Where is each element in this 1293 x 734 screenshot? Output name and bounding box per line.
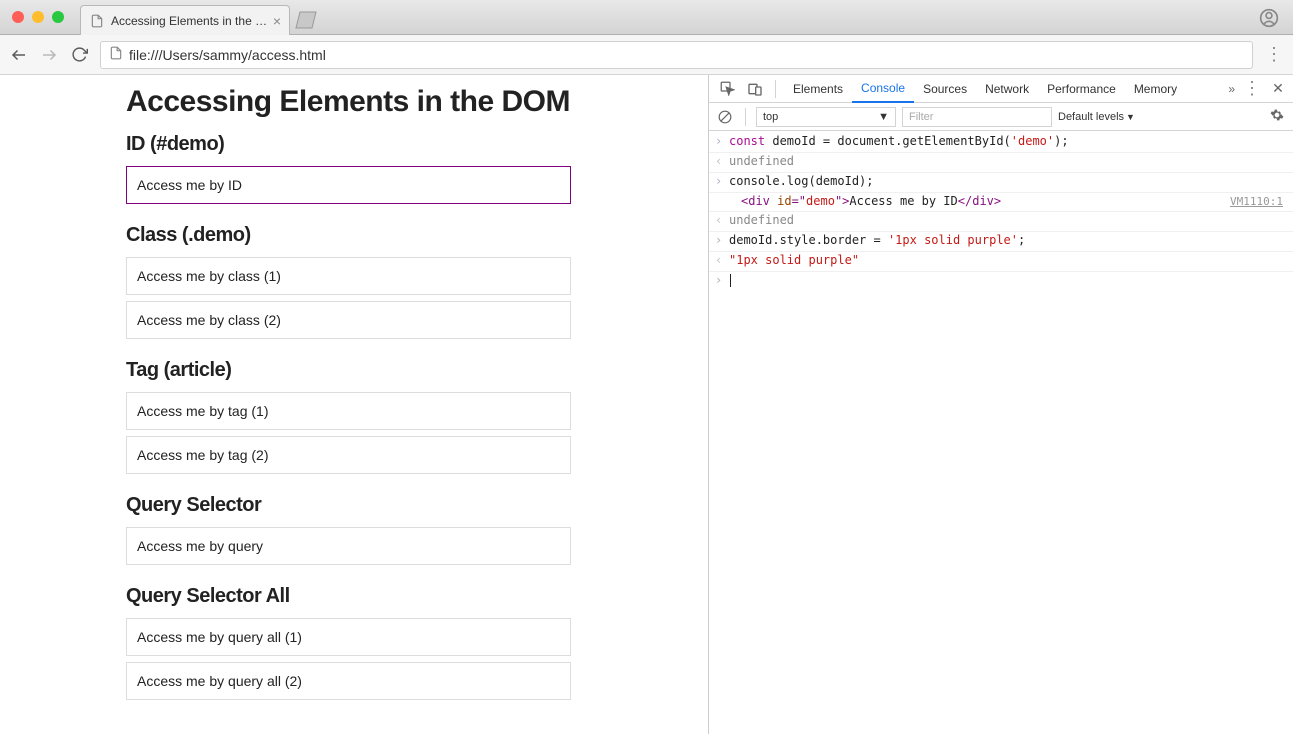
chevron-down-icon: ▼ bbox=[878, 111, 889, 123]
devtools-menu-button[interactable]: ⋮ bbox=[1243, 78, 1261, 99]
page-content: Accessing Elements in the DOM ID (#demo)… bbox=[0, 75, 708, 734]
devtools-tab-console[interactable]: Console bbox=[852, 75, 914, 103]
section: Query Selector Access me by query bbox=[126, 494, 571, 565]
browser-menu-button[interactable]: ⋮ bbox=[1265, 44, 1283, 65]
console-line: console.log(demoId); bbox=[709, 173, 1293, 193]
context-label: top bbox=[763, 111, 778, 123]
console-cursor bbox=[730, 274, 731, 287]
content-box: Access me by query all (2) bbox=[126, 662, 571, 700]
clear-console-icon[interactable] bbox=[715, 107, 735, 127]
output-arrow-icon bbox=[715, 213, 729, 229]
console-source-link[interactable]: VM1110:1 bbox=[1230, 194, 1289, 209]
console-toolbar: top ▼ Filter Default levels ▼ bbox=[709, 103, 1293, 131]
tab-title: Accessing Elements in the DOM bbox=[111, 14, 269, 28]
devtools-tab-sources[interactable]: Sources bbox=[914, 75, 976, 103]
devtools-tab-elements[interactable]: Elements bbox=[784, 75, 852, 103]
console-line-text: demoId.style.border = '1px solid purple'… bbox=[729, 233, 1289, 248]
window-close-button[interactable] bbox=[12, 11, 24, 23]
file-icon bbox=[89, 13, 105, 29]
input-arrow-icon bbox=[715, 134, 729, 150]
console-output[interactable]: const demoId = document.getElementById('… bbox=[709, 131, 1293, 734]
url-text: file:///Users/sammy/access.html bbox=[129, 47, 326, 63]
section-heading: Query Selector All bbox=[126, 585, 571, 608]
log-levels-selector[interactable]: Default levels ▼ bbox=[1058, 111, 1135, 123]
console-line-text bbox=[729, 273, 1289, 288]
console-line-text: const demoId = document.getElementById('… bbox=[729, 134, 1289, 149]
filter-placeholder: Filter bbox=[909, 111, 933, 123]
console-line-text: console.log(demoId); bbox=[729, 174, 1289, 189]
separator bbox=[745, 108, 746, 126]
console-line-text: undefined bbox=[729, 213, 1289, 228]
section: ID (#demo) Access me by ID bbox=[126, 133, 571, 204]
content-box: Access me by class (1) bbox=[126, 257, 571, 295]
section: Query Selector All Access me by query all… bbox=[126, 585, 571, 700]
execution-context-selector[interactable]: top ▼ bbox=[756, 107, 896, 127]
console-settings-icon[interactable] bbox=[1267, 108, 1287, 125]
inspect-icon[interactable] bbox=[715, 77, 739, 101]
devtools-tab-network[interactable]: Network bbox=[976, 75, 1038, 103]
console-line: demoId.style.border = '1px solid purple'… bbox=[709, 232, 1293, 252]
devtools-tabbar: ElementsConsoleSourcesNetworkPerformance… bbox=[709, 75, 1293, 103]
section-heading: Tag (article) bbox=[126, 359, 571, 382]
address-bar[interactable]: file:///Users/sammy/access.html bbox=[100, 41, 1253, 69]
more-tabs-icon[interactable]: » bbox=[1228, 82, 1235, 96]
section: Tag (article) Access me by tag (1) Access … bbox=[126, 359, 571, 474]
tab-close-button[interactable]: × bbox=[273, 13, 281, 29]
content-box: Access me by query all (1) bbox=[126, 618, 571, 656]
devtools-close-button[interactable]: ✕ bbox=[1269, 80, 1287, 97]
window-titlebar: Accessing Elements in the DOM × bbox=[0, 0, 1293, 35]
chevron-down-icon: ▼ bbox=[1126, 112, 1135, 122]
input-arrow-icon bbox=[715, 174, 729, 190]
new-tab-button[interactable] bbox=[294, 9, 318, 31]
user-profile-icon[interactable] bbox=[1259, 8, 1279, 28]
console-line: undefined bbox=[709, 212, 1293, 232]
back-button[interactable] bbox=[10, 46, 28, 64]
reload-button[interactable] bbox=[70, 46, 88, 64]
window-zoom-button[interactable] bbox=[52, 11, 64, 23]
content-box: Access me by class (2) bbox=[126, 301, 571, 339]
console-line bbox=[709, 272, 1293, 291]
input-arrow-icon bbox=[715, 273, 729, 289]
console-line: <div id="demo">Access me by ID</div>VM11… bbox=[709, 193, 1293, 212]
devtools-panel: ElementsConsoleSourcesNetworkPerformance… bbox=[708, 75, 1293, 734]
devtools-tab-memory[interactable]: Memory bbox=[1125, 75, 1186, 103]
traffic-lights bbox=[0, 11, 64, 23]
forward-button[interactable] bbox=[40, 46, 58, 64]
output-arrow-icon bbox=[715, 154, 729, 170]
devtools-tab-performance[interactable]: Performance bbox=[1038, 75, 1125, 103]
window-minimize-button[interactable] bbox=[32, 11, 44, 23]
section-heading: ID (#demo) bbox=[126, 133, 571, 156]
page-title: Accessing Elements in the DOM bbox=[126, 85, 571, 119]
output-arrow-icon bbox=[715, 253, 729, 269]
browser-toolbar: file:///Users/sammy/access.html ⋮ bbox=[0, 35, 1293, 75]
console-filter-input[interactable]: Filter bbox=[902, 107, 1052, 127]
content-box: Access me by tag (1) bbox=[126, 392, 571, 430]
console-line: const demoId = document.getElementById('… bbox=[709, 133, 1293, 153]
input-arrow-icon bbox=[715, 233, 729, 249]
file-icon bbox=[109, 46, 123, 63]
console-line-text: undefined bbox=[729, 154, 1289, 169]
separator bbox=[775, 80, 776, 98]
content-box: Access me by query bbox=[126, 527, 571, 565]
console-line: "1px solid purple" bbox=[709, 252, 1293, 272]
console-line: undefined bbox=[709, 153, 1293, 173]
content-box: Access me by tag (2) bbox=[126, 436, 571, 474]
console-line-text: <div id="demo">Access me by ID</div> bbox=[729, 194, 1230, 209]
console-line-text: "1px solid purple" bbox=[729, 253, 1289, 268]
section-heading: Class (.demo) bbox=[126, 224, 571, 247]
browser-tab[interactable]: Accessing Elements in the DOM × bbox=[80, 5, 290, 35]
content-box: Access me by ID bbox=[126, 166, 571, 204]
section: Class (.demo) Access me by class (1) Acces… bbox=[126, 224, 571, 339]
device-toggle-icon[interactable] bbox=[743, 77, 767, 101]
levels-label: Default levels bbox=[1058, 111, 1124, 123]
section-heading: Query Selector bbox=[126, 494, 571, 517]
